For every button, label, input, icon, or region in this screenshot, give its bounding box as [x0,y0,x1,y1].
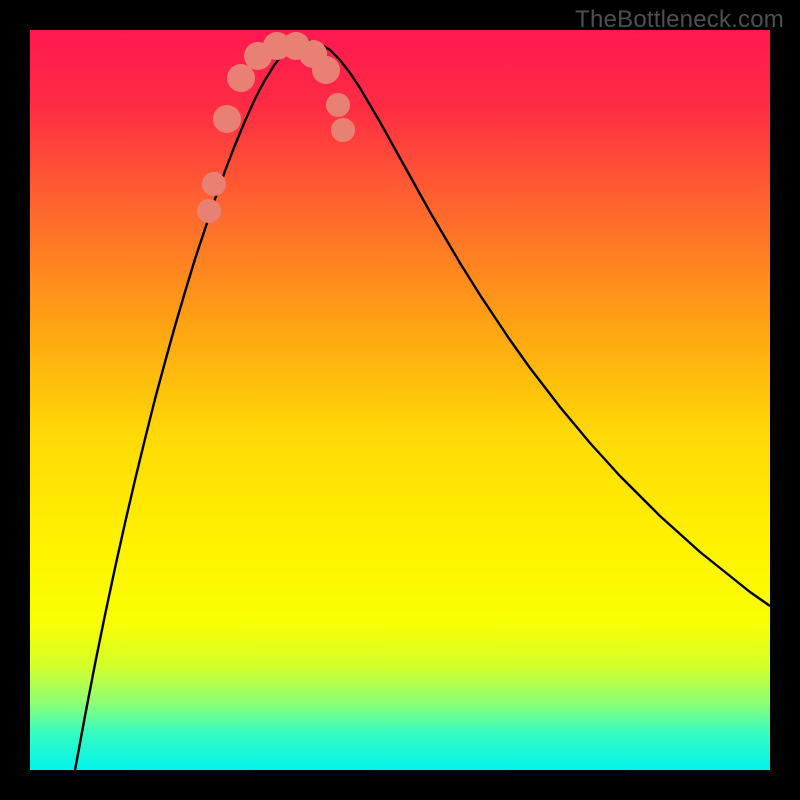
marker-dot [213,105,241,133]
marker-dot [197,199,221,223]
chart-svg [30,30,770,770]
marker-dot [326,93,350,117]
chart-frame [30,30,770,770]
marker-dot [227,64,255,92]
marker-dot [202,172,226,196]
marker-dot [312,56,340,84]
chart-background [30,30,770,770]
marker-dot [331,118,355,142]
